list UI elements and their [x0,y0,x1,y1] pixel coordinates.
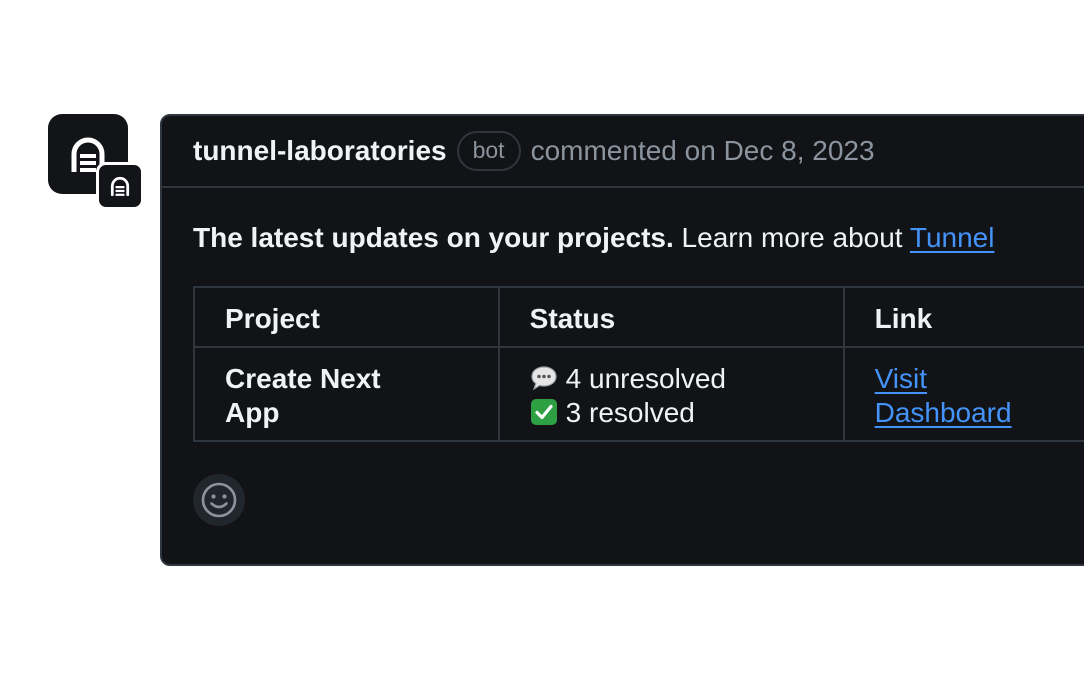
project-name-line1: Create Next [225,363,381,394]
link-cell: Visit Dashboard [842,346,1084,442]
status-unresolved: 4 unresolved [530,362,813,396]
resolved-count: 3 resolved [565,397,695,428]
comment-body: The latest updates on your projects. Lea… [162,188,1084,526]
table-row: Create Next App 4 unresolved 3 resolved … [193,346,1084,442]
status-cell: 4 unresolved 3 resolved [497,346,845,442]
comment-timestamp[interactable]: commented on Dec 8, 2023 [531,135,875,167]
author-name[interactable]: tunnel-laboratories [193,135,447,167]
add-reaction-button[interactable] [193,474,245,526]
visit-dashboard-link[interactable]: Visit Dashboard [875,363,1012,428]
comment-card: tunnel-laboratories bot commented on Dec… [160,114,1084,566]
speech-bubble-icon [531,366,557,391]
projects-table: Project Status Link Create Next App 4 un… [193,286,1084,442]
header-project: Project [193,286,500,348]
app-badge-avatar [96,162,144,210]
table-header-row: Project Status Link [193,286,1084,348]
intro-plain: Learn more about [681,222,903,253]
intro-text: The latest updates on your projects. Lea… [193,220,1084,256]
project-cell: Create Next App [193,346,500,442]
check-mark-icon [530,399,557,425]
intro-bold: The latest updates on your projects. [193,222,674,253]
bot-badge: bot [456,131,521,171]
smiley-icon [201,482,237,518]
link-line2: Dashboard [874,397,1012,428]
header-status: Status [497,286,845,348]
unresolved-count: 4 unresolved [565,363,726,394]
status-resolved: 3 resolved [530,396,813,430]
project-name-line2: App [225,397,280,428]
tunnel-logo-icon [110,177,130,196]
tunnel-link[interactable]: Tunnel [910,222,995,253]
link-line1: Visit [874,363,927,394]
comment-header: tunnel-laboratories bot commented on Dec… [162,116,1084,188]
header-link: Link [842,286,1084,348]
